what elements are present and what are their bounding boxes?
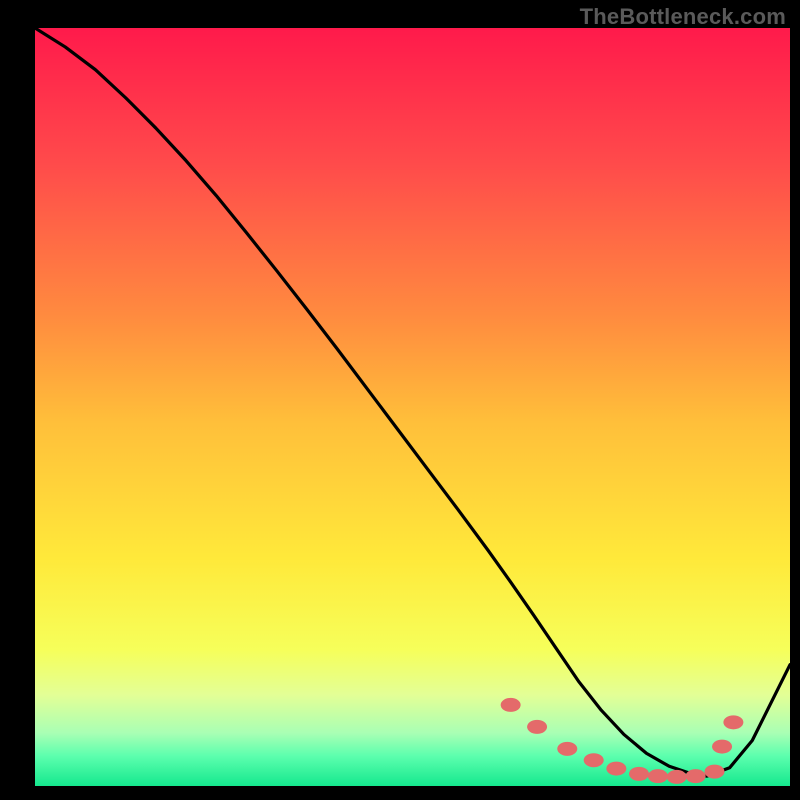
gradient-background — [35, 28, 790, 786]
marker-dot — [629, 767, 649, 781]
marker-dot — [712, 740, 732, 754]
plot-area — [35, 28, 790, 786]
marker-dot — [501, 698, 521, 712]
marker-dot — [557, 742, 577, 756]
marker-dot — [584, 753, 604, 767]
marker-dot — [686, 769, 706, 783]
marker-dot — [648, 769, 668, 783]
marker-dot — [723, 715, 743, 729]
chart-frame: TheBottleneck.com — [0, 0, 800, 800]
marker-dot — [705, 765, 725, 779]
marker-dot — [667, 770, 687, 784]
chart-svg — [35, 28, 790, 786]
marker-dot — [527, 720, 547, 734]
marker-dot — [606, 762, 626, 776]
watermark-text: TheBottleneck.com — [580, 4, 786, 30]
